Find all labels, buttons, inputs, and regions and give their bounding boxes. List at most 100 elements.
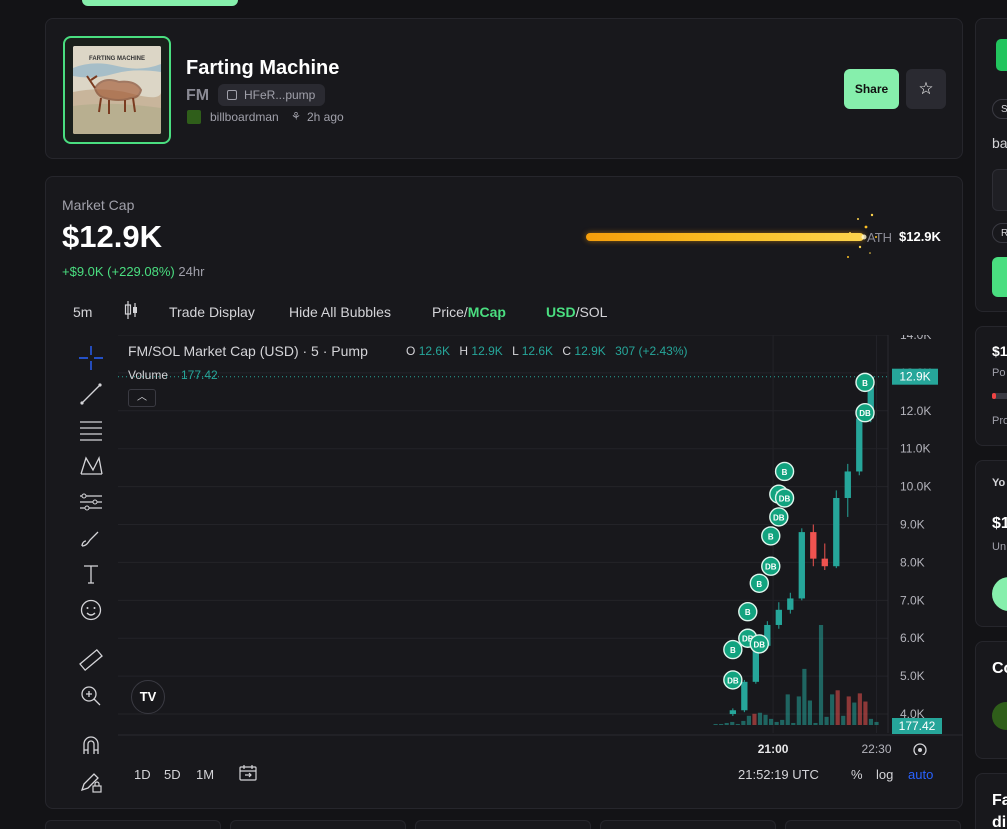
- candle-body: [798, 532, 805, 599]
- fib-tool[interactable]: [77, 416, 105, 444]
- candle-body: [741, 681, 748, 711]
- volume-bar: [841, 715, 846, 725]
- volume-bar: [807, 700, 813, 725]
- volume-bar: [796, 696, 801, 725]
- volume-bar: [852, 702, 857, 725]
- price-axis-tick: 14.0K: [900, 335, 931, 342]
- volume-bar: [846, 696, 851, 725]
- trade-bubble-label: B: [782, 468, 788, 477]
- tradingview-logo[interactable]: TV: [131, 680, 165, 714]
- date-range-button[interactable]: [238, 764, 258, 785]
- volume-bar: [763, 714, 768, 725]
- top-accent-pill[interactable]: [82, 0, 238, 6]
- reset-chip[interactable]: R: [992, 223, 1007, 243]
- volume-value: 177.42: [181, 368, 218, 382]
- token-info-title: Fa: [992, 792, 1007, 809]
- chart-plot-area[interactable]: BDBBDBDBBDBBDBBDBBDBB14.0K13.0K12.0K11.0…: [118, 328, 963, 757]
- ohlc-change: 307 (+2.43%): [615, 344, 688, 358]
- trade-bubble-label: B: [745, 608, 751, 617]
- range-1d[interactable]: 1D: [134, 767, 151, 782]
- place-trade-button[interactable]: [992, 257, 1007, 297]
- price-axis-tick: 6.0K: [900, 631, 925, 645]
- token-drawing: FARTING MACHINE: [73, 46, 161, 134]
- zoom-in-icon: [81, 686, 101, 706]
- copy-icon: [227, 90, 237, 100]
- trade-bubble-label: B: [768, 532, 774, 541]
- bottom-card-2: [230, 820, 406, 829]
- candlestick-chart[interactable]: BDBBDBDBBDBBDBBDBBDBB14.0K13.0K12.0K11.0…: [118, 328, 963, 757]
- hide-bubbles-button[interactable]: Hide All Bubbles: [289, 304, 391, 320]
- volume-bar: [824, 716, 829, 725]
- ohlc-high-key: H: [459, 344, 469, 358]
- candle-body: [775, 609, 782, 625]
- brush-tool[interactable]: [77, 524, 105, 552]
- ohlc-open: 12.6K: [418, 344, 451, 358]
- price-axis-tick: 5.0K: [900, 669, 925, 683]
- chart-clock: 21:52:19 UTC: [738, 767, 819, 782]
- amount-input[interactable]: [992, 169, 1007, 211]
- your-position-card: Yo $1 Un: [975, 460, 1007, 627]
- candle-body: [856, 418, 863, 472]
- currency-toggle[interactable]: USD/SOL: [546, 304, 607, 320]
- token-info-card: Fa di: [975, 773, 1007, 829]
- token-age: 2h ago: [307, 110, 344, 124]
- text-tool[interactable]: [77, 560, 105, 588]
- trade-bubble-label: DB: [859, 409, 871, 418]
- ruler-icon: [79, 648, 103, 672]
- token-header-card: FARTING MACHINE Farting Machine FM HFeR.…: [45, 18, 963, 159]
- trendline-tool[interactable]: [77, 380, 105, 408]
- auto-scale-toggle[interactable]: auto: [908, 767, 933, 782]
- buy-tab[interactable]: [996, 39, 1007, 71]
- price-mcap-toggle[interactable]: Price/MCap: [432, 304, 506, 320]
- trade-bubble-label: DB: [765, 563, 777, 572]
- candle-body: [821, 558, 828, 567]
- volume-bar: [874, 721, 879, 725]
- current-price-label: 12.9K: [899, 370, 930, 384]
- candle-body: [810, 532, 817, 559]
- trade-bubble-label: DB: [754, 640, 766, 649]
- projection-icon: [80, 493, 102, 511]
- bottom-card-5: [785, 820, 961, 829]
- emoji-tool[interactable]: [77, 596, 105, 624]
- volume-bar: [802, 668, 807, 725]
- pattern-tool[interactable]: [77, 452, 105, 480]
- crosshair-tool[interactable]: [77, 344, 105, 372]
- sprout-icon: ⚘: [291, 111, 301, 123]
- chevron-up-icon: ︿: [137, 392, 147, 403]
- candle-type-button[interactable]: [124, 300, 138, 323]
- legend-collapse-button[interactable]: ︿: [128, 389, 156, 407]
- chart-bottom-bar: 1D 5D 1M 21:52:19 UTC % log auto: [62, 763, 952, 787]
- creator-name[interactable]: billboardman: [210, 110, 279, 124]
- slippage-chip[interactable]: S: [992, 99, 1007, 119]
- magnet-tool[interactable]: [77, 732, 105, 760]
- range-1m[interactable]: 1M: [196, 767, 214, 782]
- trade-display-button[interactable]: Trade Display: [169, 304, 255, 320]
- position-value: $1: [992, 515, 1007, 532]
- market-cap-change: +$9.0K (+229.08%) 24hr: [62, 264, 204, 279]
- token-info-subtitle: di: [992, 814, 1007, 829]
- favorite-button[interactable]: ☆: [906, 69, 946, 109]
- range-5d[interactable]: 5D: [164, 767, 181, 782]
- percent-scale-toggle[interactable]: %: [851, 767, 863, 782]
- token-image-caption: FARTING MACHINE: [89, 56, 145, 62]
- price-option: Price: [432, 304, 464, 320]
- ruler-tool[interactable]: [77, 646, 105, 674]
- prediction-tool[interactable]: [77, 488, 105, 516]
- trade-bubble-label: B: [730, 646, 736, 655]
- bonding-curve-card: $1 Po Pro: [975, 326, 1007, 446]
- log-scale-toggle[interactable]: log: [876, 767, 893, 782]
- interval-selector[interactable]: 5m: [73, 304, 92, 320]
- share-button[interactable]: Share: [844, 69, 899, 109]
- mcap-option: MCap: [467, 304, 506, 320]
- creator-avatar[interactable]: [187, 110, 201, 124]
- zoom-tool[interactable]: [77, 682, 105, 710]
- progress-label: Pro: [992, 415, 1007, 427]
- position-action-button[interactable]: [992, 577, 1007, 611]
- volume-label: Volume: [128, 368, 169, 382]
- market-cap-value: $12.9K: [62, 219, 162, 254]
- contract-address-copy[interactable]: HFeR...pump: [218, 84, 326, 106]
- volume-bar: [780, 719, 785, 725]
- crosshair-icon: [79, 346, 103, 370]
- chart-legend-ohlc: O 12.6K H 12.9K L 12.6K C 12.9K 307 (+2.…: [406, 344, 694, 358]
- community-avatar[interactable]: [992, 702, 1007, 730]
